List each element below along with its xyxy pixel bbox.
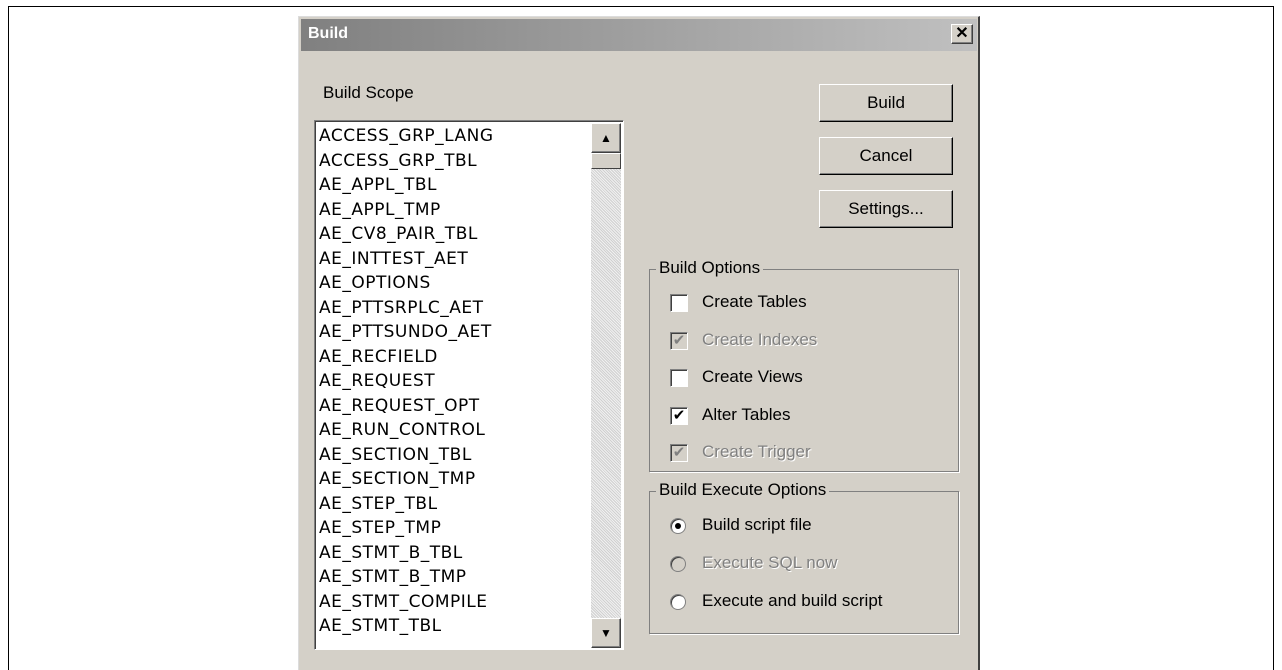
list-item[interactable]: AE_SECTION_TBL: [319, 443, 589, 468]
option-label: Execute SQL now: [702, 553, 838, 572]
scroll-down-icon: ▼: [600, 626, 612, 640]
list-item[interactable]: AE_REQUEST: [319, 369, 589, 394]
list-item[interactable]: AE_STMT_TBL: [319, 614, 589, 639]
scroll-thumb[interactable]: [591, 153, 621, 169]
list-items: ACCESS_GRP_LANG ACCESS_GRP_TBL AE_APPL_TBL…: [319, 124, 589, 639]
checkmark-icon: ✔: [672, 444, 686, 461]
list-item[interactable]: AE_RECFIELD: [319, 345, 589, 370]
list-item[interactable]: ACCESS_GRP_TBL: [319, 149, 589, 174]
build-options-group: Build Options Create Tables ✔ Create Index…: [649, 258, 959, 472]
build-button[interactable]: Build: [819, 84, 953, 122]
radio-button[interactable]: [670, 518, 686, 534]
close-button[interactable]: ✕: [951, 24, 973, 44]
option-label: Create Tables: [702, 292, 807, 311]
checkmark-icon: ✔: [672, 331, 686, 349]
scroll-down-button[interactable]: ▼: [591, 618, 621, 648]
option-label: Execute and build script: [702, 591, 883, 610]
checkmark-icon: ✔: [672, 406, 686, 424]
radio-dot-icon: [675, 523, 681, 529]
list-item[interactable]: AE_SECTION_TMP: [319, 467, 589, 492]
build-scope-label: Build Scope: [323, 83, 414, 102]
list-item[interactable]: AE_APPL_TMP: [319, 198, 589, 223]
list-item[interactable]: AE_STEP_TMP: [319, 516, 589, 541]
option-label: Create Indexes: [702, 329, 818, 349]
option-label: Alter Tables: [702, 404, 791, 424]
list-item[interactable]: AE_APPL_TBL: [319, 173, 589, 198]
checkbox[interactable]: ✔: [670, 406, 688, 425]
list-item[interactable]: AE_PTTSRPLC_AET: [319, 296, 589, 321]
option-label: Create Trigger: [702, 442, 811, 461]
build-scope-listbox[interactable]: ACCESS_GRP_LANG ACCESS_GRP_TBL AE_APPL_TBL…: [314, 120, 624, 650]
option-label: Build script file: [702, 515, 812, 534]
build-dialog: Build ✕ Build Scope ACCESS_GRP_LANG ACCES…: [298, 16, 980, 670]
list-item[interactable]: AE_CV8_PAIR_TBL: [319, 222, 589, 247]
list-item[interactable]: AE_STMT_B_TMP: [319, 565, 589, 590]
radio-button: [670, 556, 686, 572]
build-execute-options-group: Build Execute Options Build script file E…: [649, 480, 959, 634]
list-item[interactable]: AE_PTTSUNDO_AET: [319, 320, 589, 345]
list-item[interactable]: AE_STMT_B_TBL: [319, 541, 589, 566]
radio-button[interactable]: [670, 594, 686, 610]
close-icon: ✕: [955, 25, 969, 42]
checkbox: ✔: [670, 331, 688, 350]
option-label: Create Views: [702, 367, 803, 386]
list-item[interactable]: AE_INTTEST_AET: [319, 247, 589, 272]
list-item[interactable]: AE_OPTIONS: [319, 271, 589, 296]
checkbox[interactable]: [670, 369, 688, 387]
window-title: Build: [308, 25, 348, 42]
vertical-scrollbar[interactable]: ▲ ▼: [591, 123, 621, 648]
build-options-legend: Build Options: [656, 258, 764, 278]
list-item[interactable]: ACCESS_GRP_LANG: [319, 124, 589, 149]
settings-button[interactable]: Settings...: [819, 190, 953, 228]
scroll-up-button[interactable]: ▲: [591, 123, 621, 153]
checkbox[interactable]: [670, 294, 688, 312]
build-execute-options-legend: Build Execute Options: [656, 480, 830, 500]
checkbox: ✔: [670, 444, 688, 462]
title-bar[interactable]: Build ✕: [301, 19, 977, 51]
cancel-button[interactable]: Cancel: [819, 137, 953, 175]
scroll-up-icon: ▲: [600, 131, 612, 145]
list-item[interactable]: AE_REQUEST_OPT: [319, 394, 589, 419]
list-item[interactable]: AE_STMT_COMPILE: [319, 590, 589, 615]
list-item[interactable]: AE_RUN_CONTROL: [319, 418, 589, 443]
list-item[interactable]: AE_STEP_TBL: [319, 492, 589, 517]
